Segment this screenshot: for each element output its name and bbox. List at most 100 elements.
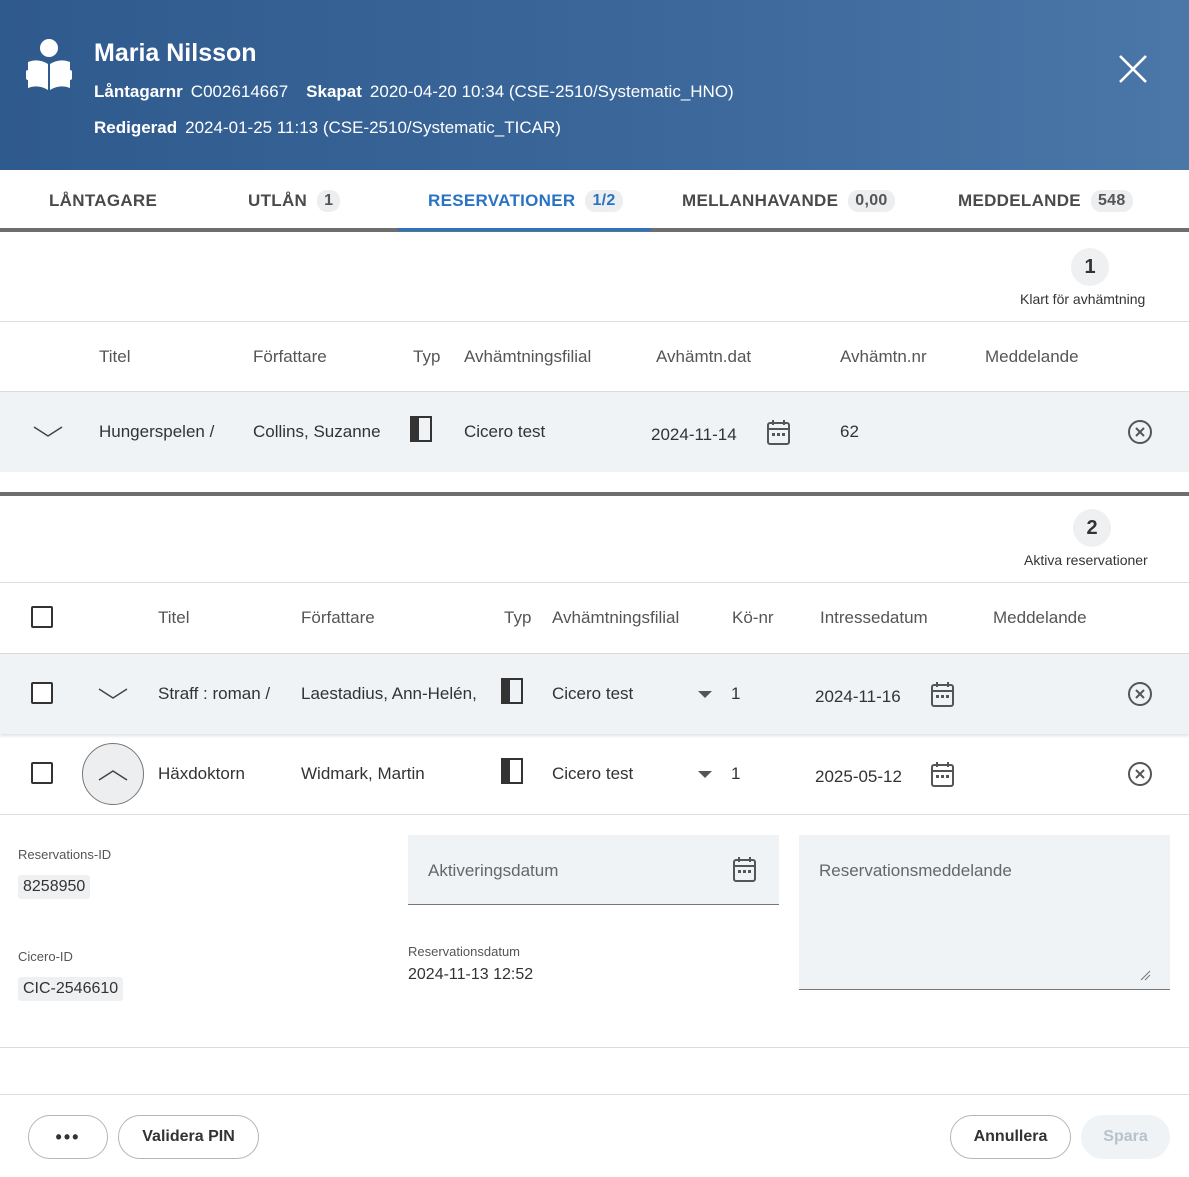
borrower-number-value: C002614667 xyxy=(190,82,289,101)
collapse-button[interactable] xyxy=(82,743,144,805)
activation-date-field[interactable]: Aktiveringsdatum xyxy=(408,835,779,905)
edited-label: Redigerad xyxy=(94,118,178,137)
reader-icon xyxy=(26,39,72,90)
pickup-date: 2024-11-14 xyxy=(651,425,737,444)
tab-badge: 1/2 xyxy=(585,190,623,212)
created-value: 2020-04-20 10:34 (CSE-2510/Systematic_HN… xyxy=(369,82,734,101)
queue-number: 1 xyxy=(731,764,741,783)
caret-down-icon[interactable] xyxy=(698,691,712,698)
calendar-icon[interactable] xyxy=(930,681,955,708)
close-icon[interactable] xyxy=(1114,50,1152,88)
active-tab-indicator xyxy=(398,228,651,231)
tab-label: MEDDELANDE xyxy=(958,191,1081,210)
column-header-title[interactable]: Titel xyxy=(99,347,131,367)
interest-date[interactable]: 2024-11-16 xyxy=(815,687,901,707)
book-icon xyxy=(410,416,432,442)
patron-name: Maria Nilsson xyxy=(94,39,257,67)
cicero-id-label: Cicero-ID xyxy=(18,949,73,964)
reservation-date-label: Reservationsdatum xyxy=(408,944,520,959)
remove-circle-icon[interactable] xyxy=(1127,761,1153,787)
column-header-interest-date[interactable]: Intressedatum xyxy=(820,608,928,628)
patron-meta-line1: Låntagarnr C002614667 Skapat 2020-04-20 10:… xyxy=(94,82,734,102)
chevron-up-icon xyxy=(98,770,128,781)
reservation-message-placeholder: Reservationsmeddelande xyxy=(819,861,1012,880)
divider xyxy=(0,814,1189,815)
reservation-title: Häxdoktorn xyxy=(158,764,245,783)
pickup-number: 62 xyxy=(840,422,859,441)
patron-header: Maria Nilsson Låntagarnr C002614667 Skapat… xyxy=(0,0,1189,170)
select-all-checkbox[interactable] xyxy=(31,606,53,628)
book-icon xyxy=(501,678,523,704)
patron-meta-line2: Redigerad 2024-01-25 11:13 (CSE-2510/Syst… xyxy=(94,118,561,138)
interest-date[interactable]: 2025-05-12 xyxy=(815,767,902,787)
tab-bar: LÅNTAGARE UTLÅN 1 RESERVATIONER 1/2 MELL… xyxy=(0,170,1189,232)
tab-reservations[interactable]: RESERVATIONER 1/2 xyxy=(428,170,623,232)
borrower-number-label: Låntagarnr xyxy=(94,82,183,101)
column-header-message[interactable]: Meddelande xyxy=(993,608,1087,628)
column-header-queue[interactable]: Kö-nr xyxy=(732,608,774,628)
divider xyxy=(0,582,1189,583)
resize-handle-icon[interactable] xyxy=(1139,969,1151,981)
edited-value: 2024-01-25 11:13 (CSE-2510/Systematic_TI… xyxy=(185,118,561,137)
reservation-author: Widmark, Martin xyxy=(301,764,425,783)
chevron-down-icon[interactable] xyxy=(98,688,128,700)
reservation-author: Laestadius, Ann-Helén, xyxy=(301,684,477,703)
column-header-type[interactable]: Typ xyxy=(504,608,531,628)
column-header-author[interactable]: Författare xyxy=(301,608,375,628)
save-button[interactable]: Spara xyxy=(1081,1115,1170,1159)
cicero-id-value: CIC-2546610 xyxy=(18,977,124,1001)
tab-loans[interactable]: UTLÅN 1 xyxy=(248,170,341,232)
chevron-down-icon[interactable] xyxy=(33,426,63,438)
reservation-title: Hungerspelen / xyxy=(99,422,215,441)
reservation-id-label: Reservations-ID xyxy=(18,847,112,862)
row-checkbox[interactable] xyxy=(31,682,53,704)
remove-circle-icon[interactable] xyxy=(1127,681,1153,707)
cancel-button[interactable]: Annullera xyxy=(950,1115,1071,1159)
created-label: Skapat xyxy=(306,82,362,101)
ready-section-label: Klart för avhämtning xyxy=(1020,291,1146,307)
tab-badge: 548 xyxy=(1090,190,1133,212)
pickup-branch-select[interactable]: Cicero test xyxy=(552,684,633,704)
reservation-title: Straff : roman / xyxy=(158,684,271,703)
column-header-type[interactable]: Typ xyxy=(413,347,440,367)
reservation-author: Collins, Suzanne xyxy=(253,422,381,441)
tab-label: MELLANHAVANDE xyxy=(682,191,839,210)
active-section-label: Aktiva reservationer xyxy=(1024,552,1148,568)
calendar-icon[interactable] xyxy=(766,419,791,446)
calendar-icon[interactable] xyxy=(930,761,955,788)
book-icon xyxy=(501,758,523,784)
column-header-branch[interactable]: Avhämtningsfilial xyxy=(464,347,591,367)
pickup-branch: Cicero test xyxy=(464,422,546,441)
column-header-pickup-nr[interactable]: Avhämtn.nr xyxy=(840,347,927,367)
divider xyxy=(0,321,1189,322)
ready-count: 1 xyxy=(1071,248,1109,286)
active-count: 2 xyxy=(1073,509,1111,547)
caret-down-icon[interactable] xyxy=(698,771,712,778)
reservation-date-value: 2024-11-13 12:52 xyxy=(408,966,534,983)
tab-label: UTLÅN xyxy=(248,191,308,210)
calendar-icon[interactable] xyxy=(732,856,757,883)
pickup-branch-select[interactable]: Cicero test xyxy=(552,764,633,784)
tab-badge: 0,00 xyxy=(848,190,895,212)
divider xyxy=(0,1047,1189,1048)
tab-badge: 1 xyxy=(317,190,341,212)
column-header-author[interactable]: Författare xyxy=(253,347,327,367)
column-header-branch[interactable]: Avhämtningsfilial xyxy=(552,608,679,628)
tab-label: RESERVATIONER xyxy=(428,191,576,210)
more-actions-button[interactable]: ••• xyxy=(28,1115,108,1159)
validate-pin-button[interactable]: Validera PIN xyxy=(118,1115,259,1159)
remove-circle-icon[interactable] xyxy=(1127,419,1153,445)
queue-number: 1 xyxy=(731,684,741,703)
reservation-message-textarea[interactable]: Reservationsmeddelande xyxy=(799,835,1170,990)
reservation-id-value: 8258950 xyxy=(18,875,91,899)
tab-messages[interactable]: MEDDELANDE 548 xyxy=(958,170,1133,232)
tab-borrower[interactable]: LÅNTAGARE xyxy=(49,170,157,232)
activation-date-placeholder: Aktiveringsdatum xyxy=(428,861,559,880)
column-header-pickup-date[interactable]: Avhämtn.dat xyxy=(656,347,751,367)
footer-divider xyxy=(0,1094,1189,1095)
column-header-message[interactable]: Meddelande xyxy=(985,347,1079,367)
row-checkbox[interactable] xyxy=(31,762,53,784)
tab-label: LÅNTAGARE xyxy=(49,191,158,210)
tab-balance[interactable]: MELLANHAVANDE 0,00 xyxy=(682,170,895,232)
column-header-title[interactable]: Titel xyxy=(158,608,190,628)
